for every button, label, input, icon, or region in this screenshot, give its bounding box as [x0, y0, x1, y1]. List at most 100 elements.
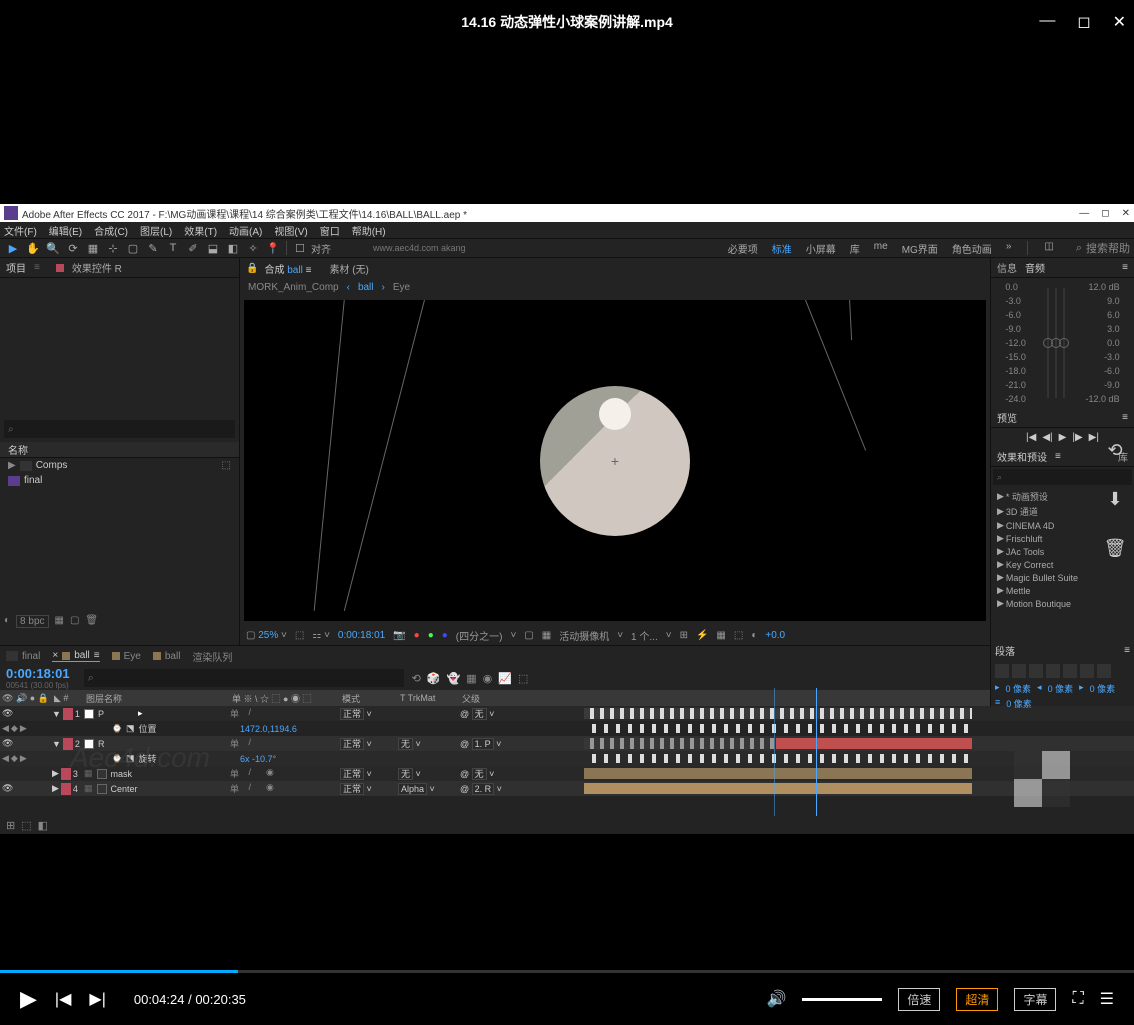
- lock-col-icon[interactable]: 🔒: [38, 693, 49, 703]
- col-parent[interactable]: 父级: [462, 692, 542, 705]
- ws-library[interactable]: 库: [850, 241, 860, 256]
- prev-key-icon[interactable]: ◀: [2, 723, 9, 734]
- grid-icon[interactable]: ⚏ ˅: [312, 630, 330, 641]
- text-tool-icon[interactable]: T: [164, 240, 182, 256]
- info-tab[interactable]: 信息: [997, 260, 1017, 275]
- trash-icon[interactable]: 🗑: [85, 615, 98, 628]
- resolution-dropdown[interactable]: (四分之一): [456, 628, 503, 643]
- exposure-value[interactable]: +0.0: [765, 630, 785, 641]
- justify-all-icon[interactable]: [1097, 664, 1111, 678]
- audio-tab[interactable]: 音频: [1025, 260, 1045, 275]
- download-icon[interactable]: ⬇: [1107, 489, 1122, 510]
- bc-item[interactable]: Eye: [393, 282, 410, 293]
- first-frame-icon[interactable]: |◀: [1026, 432, 1036, 443]
- justify-right-icon[interactable]: [1080, 664, 1094, 678]
- prev-button[interactable]: |◀: [55, 989, 71, 1009]
- views-dropdown[interactable]: 1 个...: [631, 628, 658, 643]
- timeline-icon[interactable]: ▦: [716, 630, 725, 641]
- stopwatch-icon[interactable]: ⌚: [112, 724, 122, 733]
- pen-tool-icon[interactable]: ✎: [144, 240, 162, 256]
- camera-dropdown[interactable]: 活动摄像机: [559, 628, 609, 643]
- align-left-icon[interactable]: [995, 664, 1009, 678]
- minimize-icon[interactable]: —: [1039, 12, 1055, 32]
- draft3d-icon[interactable]: 🎲: [427, 672, 441, 685]
- tl-tab-eye[interactable]: Eye: [112, 651, 141, 662]
- bc-item-active[interactable]: ball: [358, 282, 374, 293]
- quality-button[interactable]: 超清: [956, 988, 998, 1011]
- eraser-tool-icon[interactable]: ◧: [224, 240, 242, 256]
- volume-icon[interactable]: 🔊: [766, 989, 786, 1009]
- frame-blend-icon[interactable]: ▦: [466, 672, 476, 685]
- eye-icon[interactable]: 👁: [2, 783, 13, 794]
- eye-col-icon[interactable]: 👁: [2, 693, 13, 703]
- parent-dropdown[interactable]: 1. P: [472, 738, 494, 750]
- pixel-icon[interactable]: ⊞: [680, 630, 688, 641]
- add-key-icon[interactable]: ◆: [11, 753, 18, 764]
- add-key-icon[interactable]: ◆: [11, 723, 18, 734]
- project-tab[interactable]: 项目: [6, 260, 26, 275]
- layer-bar[interactable]: [584, 768, 972, 779]
- mode-dropdown[interactable]: 正常: [340, 783, 364, 795]
- menu-window[interactable]: 窗口: [320, 223, 340, 238]
- motion-blur-icon[interactable]: ◉: [483, 672, 493, 685]
- eye-icon[interactable]: 👁: [2, 738, 13, 749]
- playlist-icon[interactable]: ☰: [1100, 989, 1114, 1009]
- label-col-icon[interactable]: ◣: [54, 693, 61, 703]
- eye-icon[interactable]: 👁: [2, 708, 13, 719]
- effects-tab[interactable]: 效果和预设: [997, 449, 1047, 464]
- ws-char[interactable]: 角色动画: [952, 241, 992, 256]
- mode-dropdown[interactable]: 正常: [340, 768, 364, 780]
- effect-category[interactable]: ▶ Motion Boutique: [993, 597, 1132, 610]
- menu-edit[interactable]: 编辑(E): [49, 223, 82, 238]
- project-search[interactable]: ⌕: [4, 420, 235, 438]
- ws-mg[interactable]: MG界面: [902, 241, 938, 256]
- layer-bar[interactable]: [776, 738, 972, 749]
- menu-help[interactable]: 帮助(H): [352, 223, 386, 238]
- bpc-btn[interactable]: 8 bpc: [16, 615, 48, 628]
- col-trkmat[interactable]: T TrkMat: [400, 693, 462, 703]
- keyframe-track[interactable]: [584, 754, 972, 763]
- mode-dropdown[interactable]: 正常: [340, 708, 364, 720]
- delete-icon[interactable]: 🗑: [1104, 538, 1127, 559]
- brush-tool-icon[interactable]: ✐: [184, 240, 202, 256]
- playhead-line[interactable]: [816, 688, 817, 816]
- ws-me[interactable]: me: [874, 241, 888, 256]
- rotate-tool-icon[interactable]: ⟳: [64, 240, 82, 256]
- snap-checkbox[interactable]: ☐: [291, 240, 309, 256]
- col-mode[interactable]: 模式: [342, 692, 400, 705]
- comp-mini-icon[interactable]: ⟲: [412, 672, 421, 685]
- parent-dropdown[interactable]: 无: [472, 768, 487, 780]
- tl-tab-render[interactable]: 渲染队列: [192, 649, 232, 664]
- stamp-tool-icon[interactable]: ⬓: [204, 240, 222, 256]
- effect-category[interactable]: ▶ Magic Bullet Suite: [993, 571, 1132, 584]
- trkmat-dropdown[interactable]: 无: [398, 768, 413, 780]
- interpret-icon[interactable]: ◐: [4, 615, 10, 628]
- pickwhip-icon[interactable]: @: [460, 769, 469, 779]
- effect-controls-tab[interactable]: 效果控件 R: [72, 260, 122, 275]
- meter-knob[interactable]: [1059, 338, 1069, 348]
- ae-minimize-icon[interactable]: —: [1079, 208, 1089, 219]
- subtitle-button[interactable]: 字幕: [1014, 988, 1056, 1011]
- effect-category[interactable]: ▶ Mettle: [993, 584, 1132, 597]
- ae-maximize-icon[interactable]: ◻: [1101, 208, 1109, 219]
- justify-center-icon[interactable]: [1063, 664, 1077, 678]
- expand-icon[interactable]: ▼: [52, 739, 61, 749]
- pickwhip-icon[interactable]: @: [460, 784, 469, 794]
- effect-category[interactable]: ▶ Key Correct: [993, 558, 1132, 571]
- graph-editor-icon[interactable]: 📈: [498, 672, 512, 685]
- timeline-search[interactable]: ⌕: [84, 669, 404, 687]
- align-right-icon[interactable]: [1029, 664, 1043, 678]
- mode-dropdown[interactable]: 正常: [340, 738, 364, 750]
- panel-menu-icon[interactable]: ≡: [1122, 412, 1128, 423]
- transparency-icon[interactable]: ▦: [542, 630, 551, 641]
- close-icon[interactable]: ✕: [1113, 12, 1126, 32]
- project-item-final[interactable]: final: [0, 473, 239, 488]
- new-folder-icon[interactable]: ▦: [55, 615, 64, 628]
- ws-standard[interactable]: 标准: [772, 241, 792, 256]
- ws-essentials[interactable]: 必要项: [728, 241, 758, 256]
- channel-icon[interactable]: ●: [414, 630, 420, 641]
- menu-layer[interactable]: 图层(L): [140, 223, 172, 238]
- prev-key-icon[interactable]: ◀: [2, 753, 9, 764]
- share-icon[interactable]: ⟲: [1107, 440, 1122, 461]
- viewport[interactable]: +: [244, 300, 986, 621]
